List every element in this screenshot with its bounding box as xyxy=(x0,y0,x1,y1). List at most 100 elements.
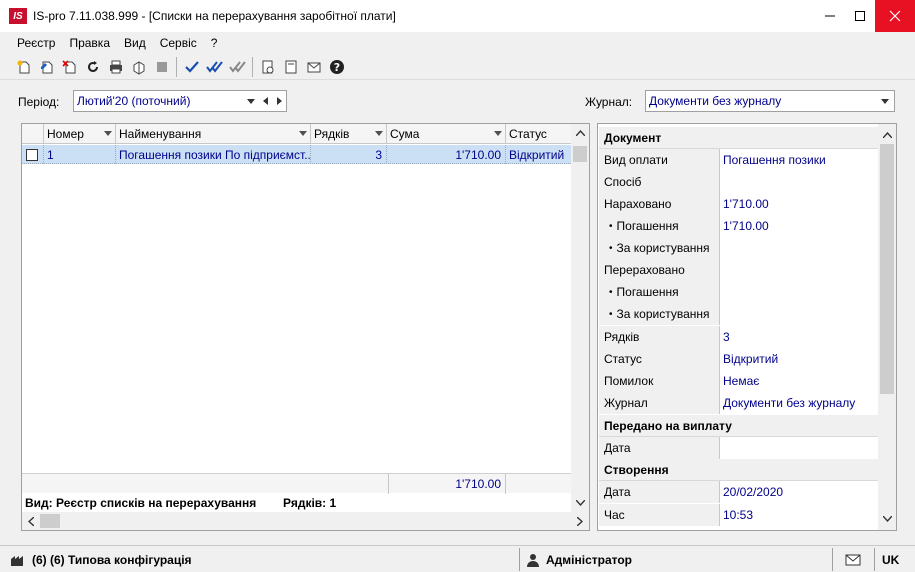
menu-help[interactable]: ? xyxy=(204,36,225,50)
column-sum[interactable]: Сума xyxy=(387,124,506,144)
scroll-right-icon[interactable] xyxy=(571,512,589,530)
help-icon: ? xyxy=(329,59,344,74)
help-button[interactable]: ? xyxy=(325,56,348,78)
menu-view[interactable]: Вид xyxy=(117,36,153,50)
properties-panel: Документ Вид оплати Погашення позики Спо… xyxy=(597,123,897,531)
edit-icon xyxy=(40,61,52,73)
menu-service[interactable]: Сервіс xyxy=(153,36,204,50)
refresh-button[interactable] xyxy=(81,56,104,78)
filter-icon[interactable] xyxy=(375,131,383,136)
prop-row[interactable]: Помилок Немає xyxy=(599,370,878,392)
prop-row[interactable]: Дата xyxy=(599,437,878,459)
print-button[interactable] xyxy=(104,56,127,78)
journal-select[interactable]: Документи без журналу xyxy=(645,90,895,112)
prop-row[interactable]: За користування xyxy=(599,303,878,325)
prop-row[interactable]: Погашення 1'710.00 xyxy=(599,215,878,237)
scroll-thumb[interactable] xyxy=(40,514,60,528)
filter-icon[interactable] xyxy=(104,131,112,136)
prop-row[interactable]: Рядків 3 xyxy=(599,326,878,348)
prop-row[interactable]: Нараховано 1'710.00 xyxy=(599,193,878,215)
minimize-icon xyxy=(825,15,835,17)
mail-button[interactable] xyxy=(835,548,871,571)
grid-horizontal-scrollbar[interactable] xyxy=(22,512,589,530)
prop-row[interactable]: Статус Відкритий xyxy=(599,348,878,370)
check-button[interactable] xyxy=(180,56,203,78)
config-text: (6) (6) Типова конфігурація xyxy=(32,552,192,567)
new-button[interactable] xyxy=(12,56,35,78)
email-button[interactable] xyxy=(302,56,325,78)
group-document: Документ xyxy=(599,127,878,149)
filter-icon[interactable] xyxy=(494,131,502,136)
edit-button[interactable] xyxy=(35,56,58,78)
refresh-icon xyxy=(87,60,98,72)
grid-status-line: Вид: Реєстр списків на перерахування Ряд… xyxy=(25,495,571,511)
delete-button[interactable] xyxy=(58,56,81,78)
column-rows[interactable]: Рядків xyxy=(311,124,387,144)
title-bar: IS IS-pro 7.11.038.999 - [Списки на пере… xyxy=(0,0,915,32)
prop-row[interactable]: Час 10:53 xyxy=(599,504,878,526)
cell-rows: 3 xyxy=(311,145,387,164)
filter-icon[interactable] xyxy=(299,131,307,136)
next-period-icon[interactable] xyxy=(272,91,286,111)
document-button[interactable] xyxy=(279,56,302,78)
report-icon xyxy=(262,60,273,73)
prop-row[interactable]: Дата 20/02/2020 xyxy=(599,481,878,503)
scroll-left-icon[interactable] xyxy=(22,512,40,530)
close-icon xyxy=(889,10,901,22)
prop-row[interactable]: За користування xyxy=(599,237,878,259)
email-icon xyxy=(307,62,320,72)
cell-sum: 1'710.00 xyxy=(387,145,506,164)
scroll-down-icon[interactable] xyxy=(878,510,896,528)
toolbar: ? xyxy=(0,54,915,80)
period-label: Період: xyxy=(18,95,60,109)
status-bar: (6) (6) Типова конфігурація Адміністрато… xyxy=(0,545,915,572)
delete-icon xyxy=(61,59,75,73)
cell-status: Відкритий xyxy=(509,147,565,162)
cell-number: 1 xyxy=(44,145,116,164)
table-row[interactable]: 1 Погашення позики По підприємст... 3 1'… xyxy=(22,145,571,164)
row-checkbox[interactable] xyxy=(26,148,38,161)
prop-row[interactable]: Перераховано xyxy=(599,259,878,281)
language-indicator[interactable]: UK xyxy=(882,548,899,571)
prop-row[interactable]: Погашення xyxy=(599,281,878,303)
export-icon xyxy=(133,60,144,75)
check-all-icon xyxy=(228,60,246,73)
group-paid: Передано на виплату xyxy=(599,415,878,437)
close-button[interactable] xyxy=(875,0,915,32)
grid-vertical-scrollbar[interactable] xyxy=(571,124,589,512)
period-select[interactable]: Лютий'20 (поточний) xyxy=(73,90,287,112)
print-icon xyxy=(109,60,122,73)
prop-row[interactable]: Вид оплати Погашення позики xyxy=(599,149,878,171)
menu-registry[interactable]: Реєстр xyxy=(10,36,62,50)
maximize-button[interactable] xyxy=(845,0,875,32)
minimize-button[interactable] xyxy=(815,0,845,32)
scroll-thumb[interactable] xyxy=(573,146,587,162)
grid-header: Номер Найменування Рядків Сума Статус xyxy=(22,124,571,144)
prop-row[interactable]: Журнал Документи без журналу xyxy=(599,392,878,414)
report-button[interactable] xyxy=(256,56,279,78)
chevron-down-icon[interactable] xyxy=(876,91,894,111)
scroll-up-icon[interactable] xyxy=(571,124,589,142)
period-value: Лютий'20 (поточний) xyxy=(77,94,191,108)
column-name[interactable]: Найменування xyxy=(116,124,311,144)
totals-row: 1'710.00 xyxy=(22,473,571,494)
scroll-up-icon[interactable] xyxy=(878,126,896,144)
select-all-column[interactable] xyxy=(22,124,44,144)
check-all-button[interactable] xyxy=(226,56,249,78)
prev-period-icon[interactable] xyxy=(258,91,272,111)
export-button[interactable] xyxy=(127,56,150,78)
double-check-button[interactable] xyxy=(203,56,226,78)
chevron-down-icon[interactable] xyxy=(244,91,258,111)
stop-button[interactable] xyxy=(150,56,173,78)
menu-edit[interactable]: Правка xyxy=(62,36,117,50)
column-number[interactable]: Номер xyxy=(44,124,116,144)
column-status[interactable]: Статус xyxy=(506,124,571,144)
registry-grid: Номер Найменування Рядків Сума Статус 1 … xyxy=(21,123,590,531)
document-icon xyxy=(285,60,296,73)
prop-row[interactable]: Спосіб xyxy=(599,171,878,193)
window-title: IS-pro 7.11.038.999 - [Списки на перерах… xyxy=(33,9,396,23)
email-icon xyxy=(845,554,861,565)
properties-scrollbar[interactable] xyxy=(878,124,896,530)
scroll-down-icon[interactable] xyxy=(571,494,589,512)
scroll-thumb[interactable] xyxy=(880,144,894,394)
